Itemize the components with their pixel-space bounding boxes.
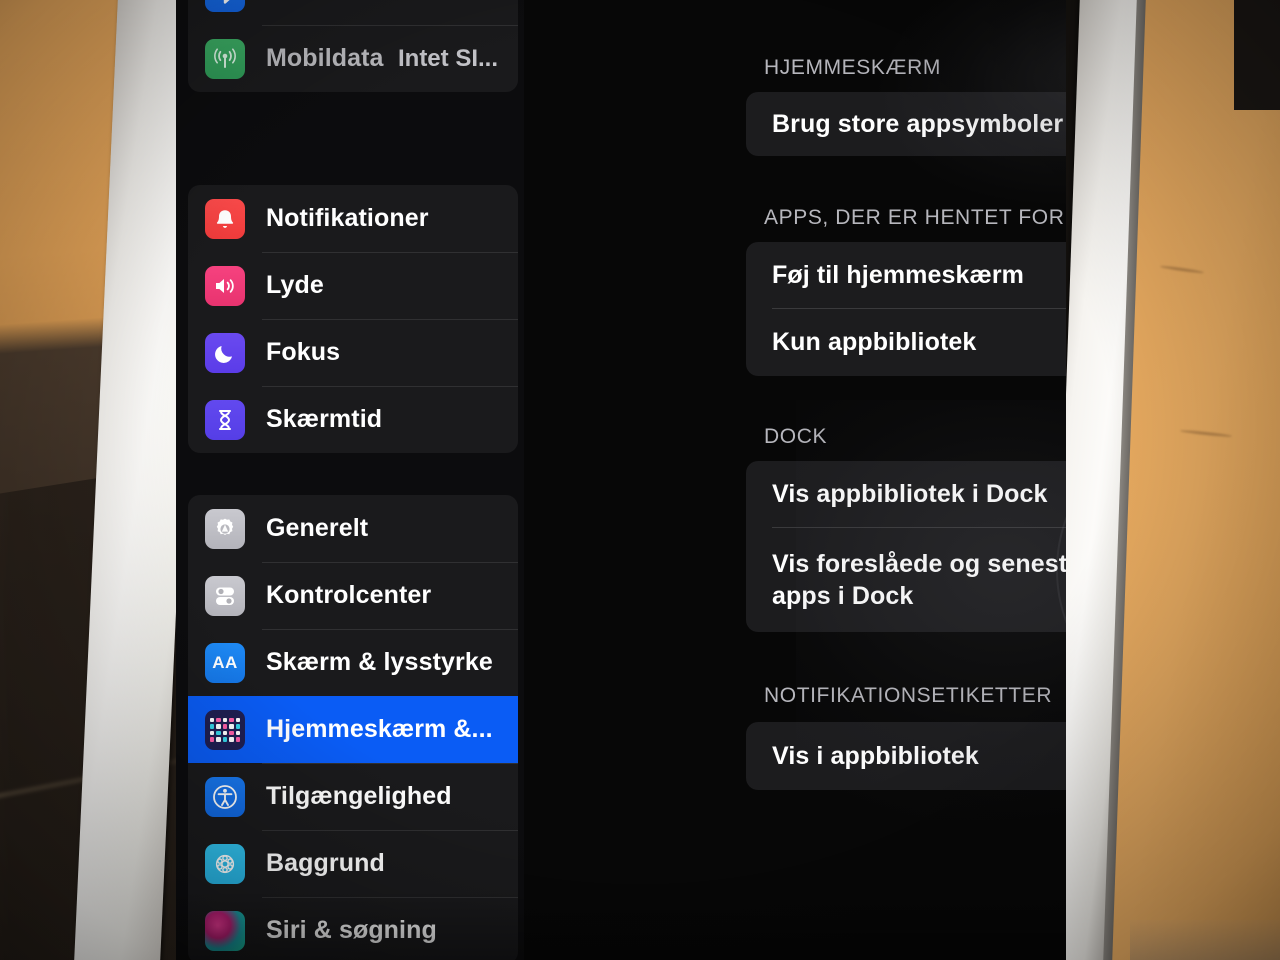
- sidebar-group-connectivity: Bluetooth Til Mobildata: [188, 0, 518, 92]
- sidebar-item-cellular[interactable]: Mobildata Intet SI...: [188, 25, 518, 92]
- sidebar-item-display-brightness[interactable]: AA Skærm & lysstyrke: [188, 629, 518, 696]
- bluetooth-icon: [205, 0, 245, 12]
- row-label: Vis i appbibliotek: [772, 742, 979, 770]
- app-grid-glyph: [210, 717, 240, 742]
- card-recently-downloaded: Føj til hjemmeskærm ✓ Kun appbibliotek: [746, 242, 1066, 376]
- sidebar-item-control-center[interactable]: Kontrolcenter: [188, 562, 518, 629]
- sidebar-item-label: Tilgængelighed: [266, 782, 452, 810]
- row-app-library-only[interactable]: Kun appbibliotek: [746, 308, 1066, 376]
- cellular-icon: [205, 38, 245, 79]
- gear-icon: [205, 508, 245, 549]
- sidebar-item-value: Til: [470, 0, 498, 6]
- sidebar-item-label: Siri & søgning: [266, 916, 437, 944]
- row-show-suggested-recent-apps[interactable]: Vis foreslåede og seneste apps i Dock: [746, 527, 1066, 632]
- bell-icon: [205, 198, 245, 239]
- sidebar-item-notifications[interactable]: Notifikationer: [188, 185, 518, 252]
- desk-edge: [1130, 920, 1280, 960]
- accessibility-icon: [205, 776, 245, 817]
- wallpaper-icon: [205, 843, 245, 884]
- aa-text-glyph: AA: [212, 652, 238, 672]
- sidebar-item-label: Kontrolcenter: [266, 581, 432, 609]
- settings-detail-pane: HJEMMESKÆRM Brug store appsymboler APPS,…: [524, 0, 1066, 960]
- sidebar-item-label: Notifikationer: [266, 204, 429, 232]
- siri-icon: [205, 910, 245, 951]
- settings-sidebar[interactable]: Bluetooth Til Mobildata: [176, 0, 524, 960]
- section-header-recently-downloaded: APPS, DER ER HENTET FOR NYLIG: [764, 206, 1066, 229]
- sidebar-item-general[interactable]: Generelt: [188, 495, 518, 562]
- speaker-icon: [205, 265, 245, 306]
- home-screen-icon: [205, 709, 245, 750]
- control-center-icon: [205, 575, 245, 616]
- sidebar-item-label: Lyde: [266, 271, 324, 299]
- sidebar-item-label: Skærmtid: [266, 405, 383, 433]
- row-show-in-app-library[interactable]: Vis i appbibliotek: [746, 722, 1066, 790]
- moon-icon: [205, 332, 245, 373]
- sidebar-item-label: Generelt: [266, 514, 369, 542]
- card-home-screen: Brug store appsymboler: [746, 92, 1066, 156]
- row-label: Føj til hjemmeskærm: [772, 261, 1024, 289]
- sidebar-item-screentime[interactable]: Skærmtid: [188, 386, 518, 453]
- sidebar-item-label: Hjemmeskærm &...: [266, 715, 493, 743]
- photo-scene: Bluetooth Til Mobildata: [0, 0, 1280, 960]
- section-header-dock: DOCK: [764, 425, 828, 448]
- row-large-app-icons[interactable]: Brug store appsymboler: [746, 92, 1066, 156]
- sidebar-item-home-screen[interactable]: Hjemmeskærm &...: [188, 696, 518, 763]
- sidebar-item-label: Bluetooth: [266, 0, 384, 6]
- sidebar-item-value: Intet SI...: [397, 44, 498, 72]
- sidebar-item-sounds[interactable]: Lyde: [188, 252, 518, 319]
- row-label: Vis appbibliotek i Dock: [772, 480, 1048, 508]
- display-brightness-icon: AA: [205, 642, 245, 683]
- sidebar-group-alerts: Notifikationer Lyde Fokus Skærmtid: [188, 185, 518, 453]
- sidebar-item-focus[interactable]: Fokus: [188, 319, 518, 386]
- hourglass-icon: [205, 399, 245, 440]
- row-label: Vis foreslåede og seneste apps i Dock: [772, 549, 1066, 610]
- section-header-notification-badges: NOTIFIKATIONSETIKETTER: [764, 684, 1053, 707]
- tablet-screen: Bluetooth Til Mobildata: [176, 0, 1066, 960]
- section-header-home-screen: HJEMMESKÆRM: [764, 56, 941, 79]
- sidebar-item-label: Mobildata: [266, 44, 384, 72]
- sidebar-item-label: Baggrund: [266, 849, 385, 877]
- sidebar-item-accessibility[interactable]: Tilgængelighed: [188, 763, 518, 830]
- sidebar-item-label: Fokus: [266, 338, 341, 366]
- card-notification-badges: Vis i appbibliotek: [746, 722, 1066, 790]
- row-label: Brug store appsymboler: [772, 110, 1064, 138]
- dark-shadow-strip: [1234, 0, 1280, 110]
- row-show-app-library-in-dock[interactable]: Vis appbibliotek i Dock: [746, 461, 1066, 527]
- sidebar-group-system: Generelt Kontrolcenter AA Skærm & lyssty…: [188, 495, 518, 960]
- sidebar-item-bluetooth[interactable]: Bluetooth Til: [188, 0, 518, 25]
- row-add-to-home-screen[interactable]: Føj til hjemmeskærm ✓: [746, 242, 1066, 308]
- row-label: Kun appbibliotek: [772, 328, 977, 356]
- card-dock: Vis appbibliotek i Dock Vis foreslåede o…: [746, 461, 1066, 632]
- sidebar-item-siri-search[interactable]: Siri & søgning: [188, 897, 518, 960]
- sidebar-item-label: Skærm & lysstyrke: [266, 648, 493, 676]
- sidebar-item-wallpaper[interactable]: Baggrund: [188, 830, 518, 897]
